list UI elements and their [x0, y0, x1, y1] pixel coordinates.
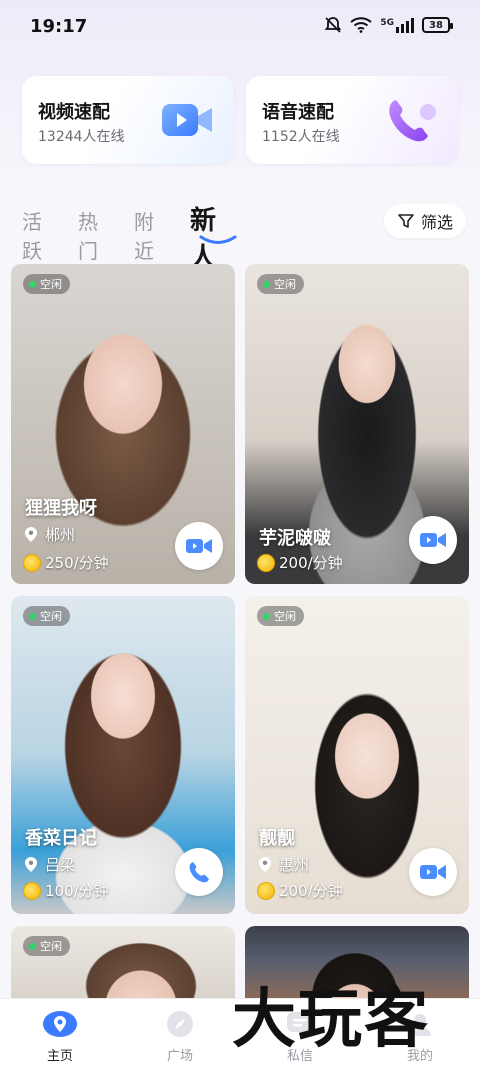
- video-call-button[interactable]: [409, 516, 457, 564]
- status-badge: 空闲: [23, 936, 70, 956]
- video-call-button[interactable]: [175, 522, 223, 570]
- tab-nearby[interactable]: 附近: [134, 206, 154, 264]
- voice-match-online: 1152人在线: [262, 129, 340, 145]
- mute-bell-icon: [325, 17, 342, 33]
- tab-active-users[interactable]: 活跃: [22, 206, 42, 264]
- nav-home-label: 主页: [46, 1049, 73, 1064]
- watermark-text: 大玩客: [232, 982, 430, 1057]
- price-text: 200/分钟: [279, 554, 343, 572]
- video-camera-icon: [186, 539, 212, 553]
- user-name: 芋泥啵啵: [259, 528, 331, 549]
- coin-icon: [23, 553, 41, 572]
- video-camera-icon: [162, 104, 212, 136]
- status-badge: 空闲: [257, 274, 304, 294]
- user-price: 200/分钟: [257, 880, 343, 901]
- user-name: 狸狸我呀: [25, 498, 97, 519]
- video-camera-icon: [420, 865, 446, 879]
- nav-square-label: 广场: [166, 1049, 193, 1064]
- coin-icon: [257, 553, 275, 572]
- voice-match-title: 语音速配: [262, 102, 334, 123]
- compass-icon: [162, 1009, 198, 1039]
- video-call-button[interactable]: [409, 848, 457, 896]
- online-dot: [263, 612, 270, 620]
- status-badge: 空闲: [23, 274, 70, 294]
- filter-icon: [398, 214, 414, 228]
- filter-label: 筛选: [420, 213, 453, 232]
- status-icons: 5G 38: [324, 16, 453, 34]
- user-location: 郴州: [25, 524, 75, 545]
- nav-square[interactable]: 广场: [140, 1009, 220, 1064]
- status-text: 空闲: [274, 610, 296, 623]
- user-card[interactable]: 空闲 靓靓 惠州 200/分钟: [245, 596, 469, 914]
- active-tab-indicator: [199, 235, 237, 244]
- user-price: 250/分钟: [23, 552, 109, 573]
- user-card[interactable]: 空闲 香菜日记 吕梁 100/分钟: [11, 596, 235, 914]
- user-name: 香菜日记: [25, 828, 97, 849]
- filter-button[interactable]: 筛选: [384, 204, 466, 238]
- user-card[interactable]: 空闲: [11, 926, 235, 998]
- coin-icon: [23, 881, 41, 900]
- video-match-card[interactable]: 视频速配 13244人在线: [22, 76, 234, 164]
- status-text: 空闲: [40, 278, 62, 291]
- location-text: 郴州: [45, 526, 76, 544]
- location-text: 惠州: [279, 856, 310, 874]
- user-card[interactable]: 空闲 芋泥啵啵 200/分钟: [245, 264, 469, 584]
- video-camera-icon: [420, 533, 446, 547]
- online-dot: [29, 280, 36, 288]
- coin-icon: [257, 881, 275, 900]
- voice-match-card[interactable]: 语音速配 1152人在线: [246, 76, 458, 164]
- user-price: 200/分钟: [257, 552, 343, 573]
- network-type: 5G: [380, 17, 394, 28]
- phone-icon: [389, 100, 436, 142]
- online-dot: [29, 942, 36, 950]
- location-pin-icon: [25, 857, 37, 872]
- battery-icon: 38: [422, 17, 453, 33]
- status-text: 空闲: [274, 278, 296, 291]
- location-text: 吕梁: [45, 856, 76, 874]
- video-match-title: 视频速配: [38, 102, 110, 123]
- price-text: 100/分钟: [45, 882, 109, 900]
- online-dot: [29, 612, 36, 620]
- location-pin-icon: [25, 527, 37, 542]
- price-text: 200/分钟: [279, 882, 343, 900]
- home-icon: [42, 1009, 78, 1039]
- signal-icon: 5G: [380, 17, 414, 33]
- status-bar: 19:17 5G 38: [0, 0, 480, 56]
- voice-call-button[interactable]: [175, 848, 223, 896]
- phone-icon: [189, 862, 209, 883]
- status-badge: 空闲: [257, 606, 304, 626]
- status-time: 19:17: [30, 16, 88, 37]
- online-dot: [263, 280, 270, 288]
- user-name: 靓靓: [259, 828, 295, 849]
- tab-popular[interactable]: 热门: [78, 206, 98, 264]
- price-text: 250/分钟: [45, 554, 109, 572]
- status-text: 空闲: [40, 610, 62, 623]
- user-location: 惠州: [259, 854, 309, 875]
- status-text: 空闲: [40, 940, 62, 953]
- nav-home[interactable]: 主页: [20, 1009, 100, 1064]
- battery-level: 38: [429, 19, 443, 31]
- user-price: 100/分钟: [23, 880, 109, 901]
- status-badge: 空闲: [23, 606, 70, 626]
- location-pin-icon: [259, 857, 271, 872]
- user-card[interactable]: 空闲 狸狸我呀 郴州 250/分钟: [11, 264, 235, 584]
- user-location: 吕梁: [25, 854, 75, 875]
- video-match-online: 13244人在线: [38, 129, 125, 145]
- wifi-icon: [350, 17, 372, 33]
